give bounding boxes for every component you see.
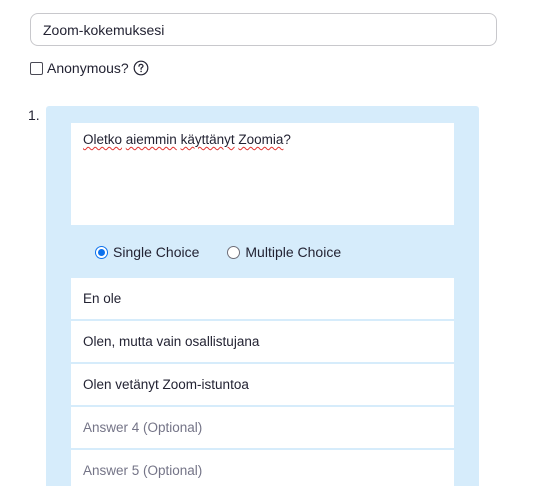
question-word: Oletko [83, 132, 123, 147]
single-choice-radio[interactable] [95, 245, 108, 259]
question-word: käyttänyt [180, 132, 235, 147]
answer-field-5[interactable]: Answer 5 (Optional) [71, 450, 454, 486]
question-text-field[interactable]: Oletko aiemmin käyttänyt Zoomia? [71, 123, 454, 225]
poll-title-input[interactable] [30, 13, 497, 46]
answer-field-1[interactable]: En ole [71, 278, 454, 319]
anonymous-label[interactable]: Anonymous? [47, 60, 129, 76]
multiple-choice-option[interactable]: Multiple Choice [227, 244, 341, 260]
question-number: 1. [28, 107, 40, 123]
question-mark: ? [283, 132, 291, 147]
answer-field-4[interactable]: Answer 4 (Optional) [71, 407, 454, 448]
question-word: aiemmin [125, 132, 177, 147]
poll-editor: Anonymous? 1. Oletko aiemmin käyttänyt Z… [0, 0, 541, 486]
answer-field-2[interactable]: Olen, mutta vain osallistujana [71, 321, 454, 362]
anonymous-option: Anonymous? [30, 58, 149, 78]
help-icon[interactable] [133, 60, 149, 76]
answer-field-3[interactable]: Olen vetänyt Zoom-istuntoa [71, 364, 454, 405]
multiple-choice-label: Multiple Choice [245, 244, 342, 260]
anonymous-checkbox[interactable] [30, 61, 43, 75]
single-choice-label: Single Choice [113, 244, 200, 260]
choice-type-selector: Single Choice Multiple Choice [95, 242, 369, 262]
single-choice-option[interactable]: Single Choice [95, 244, 199, 260]
question-word: Zoomia [238, 132, 284, 147]
answer-list: En ole Olen, mutta vain osallistujana Ol… [71, 278, 454, 486]
multiple-choice-radio[interactable] [227, 245, 241, 259]
question-panel: Oletko aiemmin käyttänyt Zoomia? Single … [46, 106, 479, 486]
